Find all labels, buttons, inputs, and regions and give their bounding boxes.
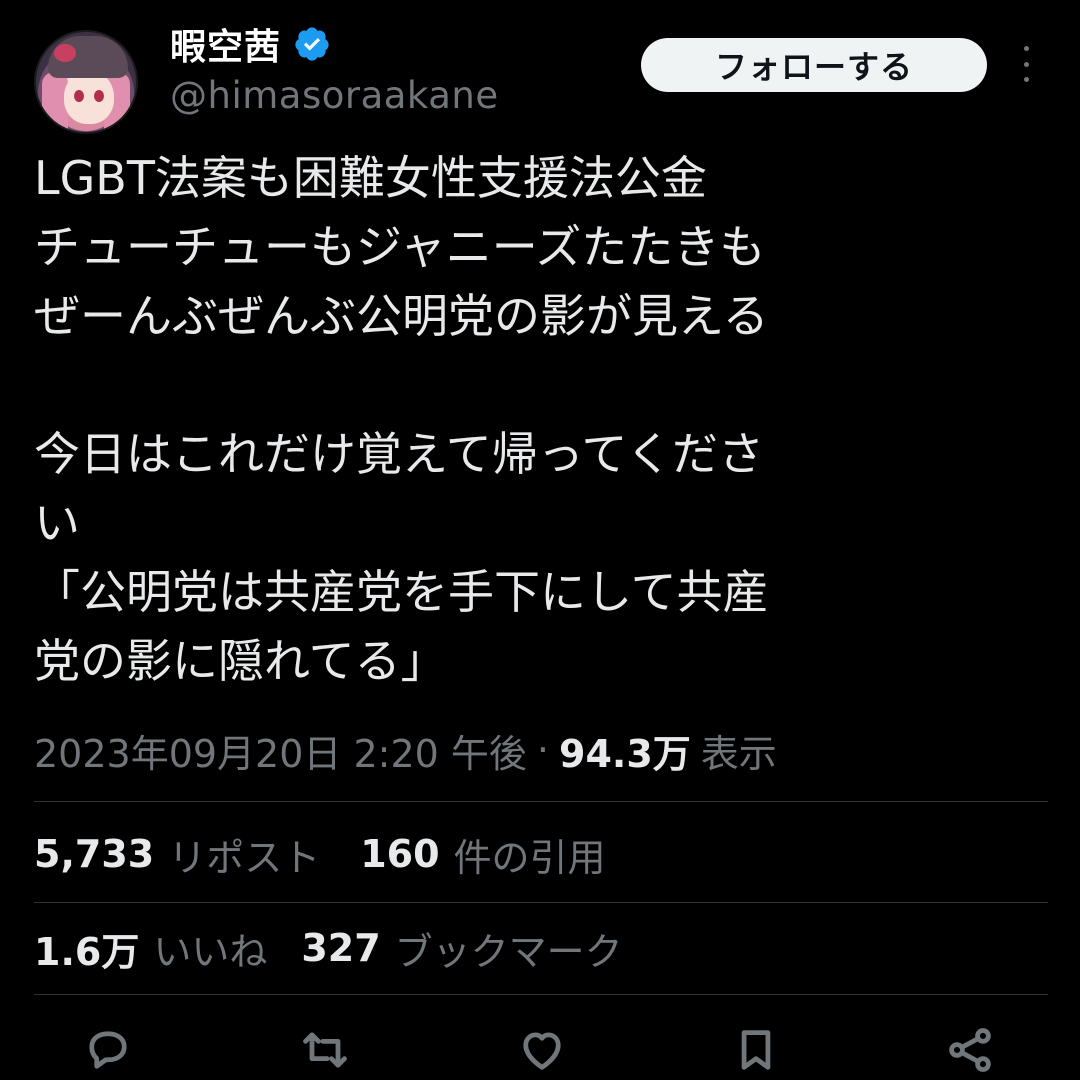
avatar-face: [64, 70, 114, 124]
meta-separator: ·: [536, 728, 549, 772]
quotes-stat[interactable]: 160 件の引用: [360, 827, 605, 882]
avatar-eye-left: [74, 90, 84, 102]
bookmarks-count: 327: [301, 926, 381, 970]
action-bar: [0, 1010, 1080, 1080]
like-button[interactable]: [512, 1020, 572, 1080]
verified-badge-icon: [295, 27, 329, 61]
reposts-count: 5,733: [34, 832, 155, 876]
reply-button[interactable]: [78, 1020, 138, 1080]
repost-icon: [303, 1032, 347, 1068]
share-icon: [949, 1028, 991, 1072]
avatar[interactable]: [34, 30, 138, 134]
repost-button[interactable]: [295, 1020, 355, 1080]
reposts-label: リポスト: [168, 835, 321, 880]
stats-row-likes: 1.6万 いいね 327 ブックマーク: [34, 918, 657, 978]
bookmark-button[interactable]: [726, 1020, 786, 1080]
tweet-text: LGBT法案も困難女性支援法公金 チューチューもジャニーズたたきも ぜーんぶぜん…: [34, 151, 769, 688]
tweet-meta: 2023年09月20日 2:20 午後 · 94.3万 表示: [34, 722, 777, 778]
bookmark-icon: [741, 1030, 771, 1070]
reply-icon: [89, 1031, 127, 1069]
views-label: 表示: [700, 731, 777, 776]
bookmarks-stat[interactable]: 327 ブックマーク: [301, 921, 622, 976]
divider: [34, 994, 1048, 995]
more-dot: [1023, 77, 1029, 82]
divider: [34, 801, 1048, 802]
name-row: 暇空茜: [170, 20, 331, 68]
more-dot: [1023, 61, 1029, 67]
display-name[interactable]: 暇空茜: [170, 18, 281, 70]
more-dot: [1023, 46, 1029, 51]
tweet-header: 暇空茜 @himasoraakane フォローする: [0, 0, 1080, 140]
quotes-count: 160: [360, 832, 440, 876]
follow-button[interactable]: フォローする: [641, 38, 987, 92]
avatar-bow: [54, 44, 76, 62]
divider: [34, 902, 1048, 903]
tweet-timestamp[interactable]: 2023年09月20日 2:20 午後: [34, 723, 527, 778]
quotes-label: 件の引用: [453, 835, 606, 880]
bookmarks-label: ブックマーク: [394, 929, 623, 974]
likes-label: いいね: [153, 929, 268, 974]
likes-count: 1.6万: [34, 929, 140, 974]
stats-row-reposts: 5,733 リポスト 160 件の引用: [34, 824, 640, 884]
user-handle[interactable]: @himasoraakane: [170, 74, 499, 117]
more-vertical-icon[interactable]: [1014, 46, 1038, 82]
views-count: 94.3万: [559, 731, 691, 776]
likes-stat[interactable]: 1.6万 いいね: [34, 921, 267, 976]
reposts-stat[interactable]: 5,733 リポスト: [34, 827, 320, 882]
like-icon: [523, 1032, 561, 1070]
avatar-eye-right: [94, 90, 104, 102]
share-button[interactable]: [940, 1020, 1000, 1080]
